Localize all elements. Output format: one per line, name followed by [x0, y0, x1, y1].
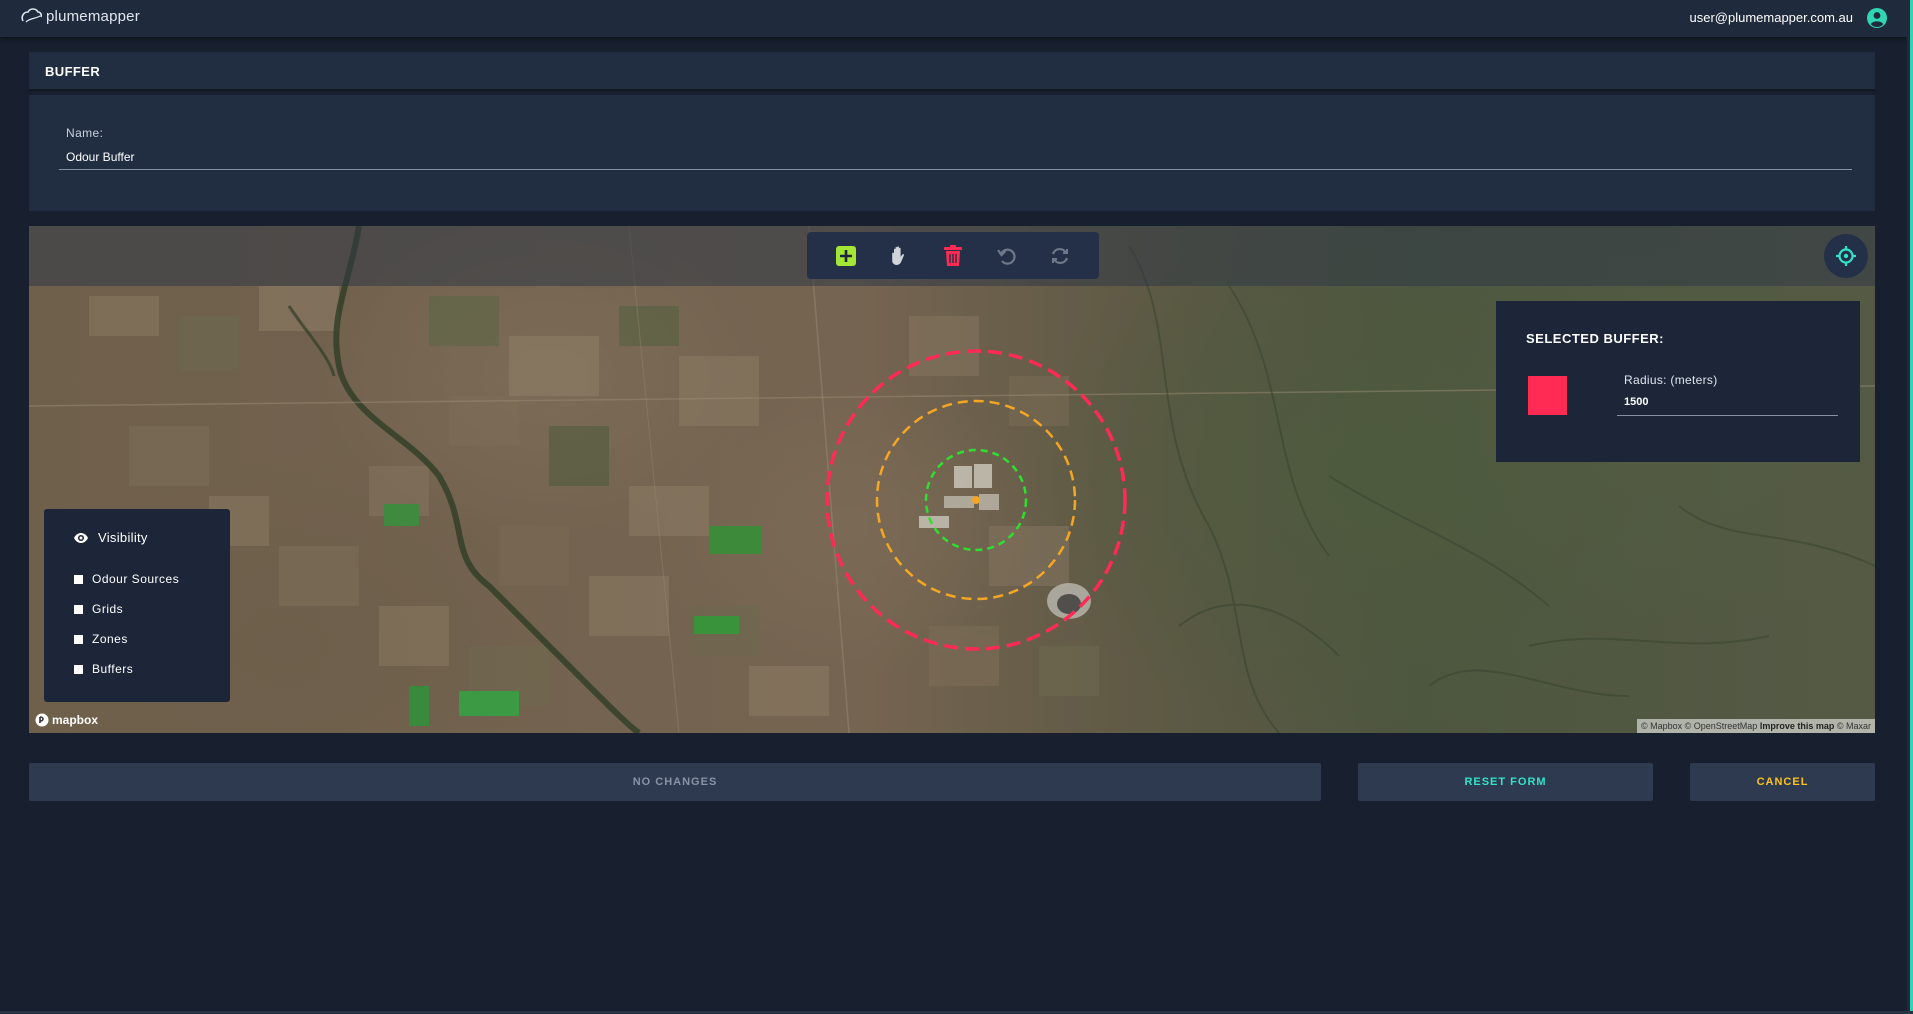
visibility-buffers[interactable]: Buffers: [74, 662, 133, 676]
locate-button[interactable]: [1824, 234, 1868, 278]
scrollbar[interactable]: [1907, 0, 1913, 1014]
checkbox[interactable]: [74, 634, 83, 644]
attr-improve-link[interactable]: Improve this map: [1760, 721, 1835, 731]
plume-logo-icon: [21, 8, 43, 23]
eye-icon: [74, 532, 88, 543]
visibility-zones[interactable]: Zones: [74, 632, 128, 646]
draw-toolbar: [807, 232, 1099, 279]
visibility-title: Visibility: [98, 530, 148, 545]
mapbox-logo[interactable]: mapbox: [35, 713, 98, 727]
add-buffer-button[interactable]: [833, 243, 859, 269]
checkbox[interactable]: [74, 664, 83, 674]
reset-form-button[interactable]: RESET FORM: [1358, 763, 1653, 801]
attr-maxar[interactable]: © Maxar: [1837, 721, 1871, 731]
selected-buffer-panel: SELECTED BUFFER: Radius: (meters): [1496, 301, 1860, 462]
delete-button[interactable]: [940, 243, 966, 269]
checkbox[interactable]: [74, 604, 83, 614]
visibility-odour-sources[interactable]: Odour Sources: [74, 572, 179, 586]
app-logo[interactable]: plumemapper: [20, 6, 140, 26]
top-bar: plumemapper user@plumemapper.com.au: [0, 0, 1907, 37]
redo-button[interactable]: [1047, 243, 1073, 269]
page-title: BUFFER: [45, 64, 101, 79]
visibility-item-label: Zones: [92, 632, 128, 646]
mapbox-text: mapbox: [52, 713, 99, 727]
attr-osm[interactable]: © OpenStreetMap: [1685, 721, 1758, 731]
map-view[interactable]: SELECTED BUFFER: Radius: (meters) Visibi…: [29, 226, 1875, 733]
visibility-grids[interactable]: Grids: [74, 602, 123, 616]
user-email[interactable]: user@plumemapper.com.au: [1690, 10, 1854, 25]
hand-pan-icon: [892, 245, 905, 265]
name-label: Name:: [66, 126, 104, 140]
buffer-color-swatch[interactable]: [1528, 376, 1567, 415]
undo-icon: [996, 248, 1016, 265]
user-avatar-icon[interactable]: [1866, 7, 1888, 29]
redo-icon: [1052, 247, 1069, 264]
visibility-item-label: Grids: [92, 602, 124, 616]
visibility-header: Visibility: [73, 530, 148, 545]
visibility-panel: Visibility Odour Sources Grids Zones Buf…: [44, 509, 230, 702]
mapbox-icon: [35, 713, 49, 727]
visibility-item-label: Buffers: [92, 662, 134, 676]
selected-buffer-title: SELECTED BUFFER:: [1526, 331, 1664, 346]
attr-mapbox[interactable]: © Mapbox: [1641, 721, 1682, 731]
cancel-button[interactable]: CANCEL: [1690, 763, 1875, 801]
buffer-center-marker: [972, 496, 980, 504]
map-attribution: © Mapbox © OpenStreetMap Improve this ma…: [1636, 719, 1875, 733]
radius-input[interactable]: [1617, 389, 1838, 416]
section-header: BUFFER: [29, 52, 1875, 91]
trash-icon: [943, 244, 962, 266]
pan-button[interactable]: [886, 243, 912, 269]
name-card: Name:: [29, 95, 1875, 211]
logo-text: plumemapper: [46, 7, 140, 25]
save-button[interactable]: NO CHANGES: [29, 763, 1321, 801]
undo-button[interactable]: [994, 243, 1020, 269]
name-input[interactable]: [59, 145, 1852, 170]
checkbox[interactable]: [74, 574, 83, 584]
crosshair-icon: [1836, 246, 1856, 266]
radius-label: Radius: (meters): [1624, 373, 1718, 387]
add-square-icon: [835, 245, 856, 266]
visibility-item-label: Odour Sources: [92, 572, 180, 586]
